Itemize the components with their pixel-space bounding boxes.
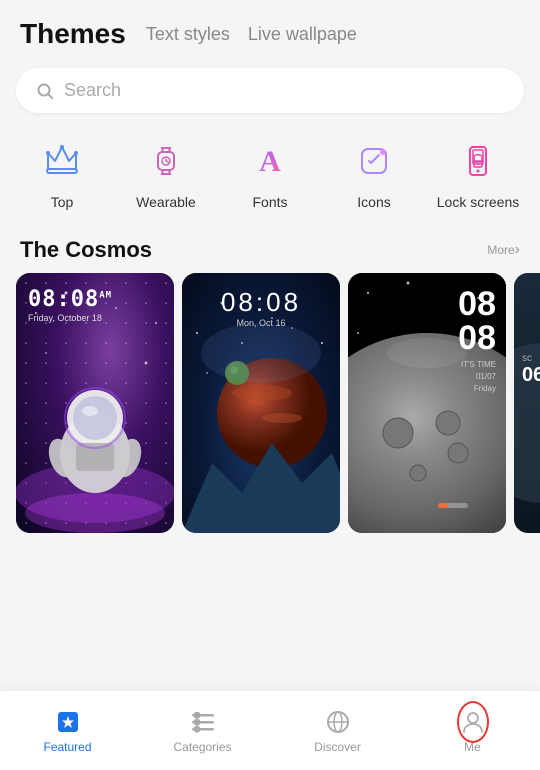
categories-icon bbox=[189, 708, 217, 736]
cosmos-title: The Cosmos bbox=[20, 237, 152, 263]
cosmos-more-button[interactable]: More› bbox=[487, 241, 520, 259]
svg-text:A: A bbox=[259, 145, 281, 178]
category-top-label: Top bbox=[51, 193, 74, 211]
search-input[interactable]: Search bbox=[64, 80, 121, 101]
category-icons[interactable]: Icons bbox=[326, 129, 422, 217]
card2-time: 08:08 bbox=[221, 287, 301, 318]
tab-live-wallpaper[interactable]: Live wallpape bbox=[248, 24, 357, 45]
lockscreen-icon bbox=[452, 135, 504, 187]
card3-time1: 08 bbox=[458, 287, 496, 321]
nav-categories-label: Categories bbox=[173, 740, 231, 754]
card1-time: 08:08AM bbox=[28, 287, 112, 312]
search-icon bbox=[36, 82, 54, 100]
watch-icon bbox=[140, 135, 192, 187]
cosmos-card-2[interactable]: 08:08 Mon, Oct 16 bbox=[182, 273, 340, 533]
nav-featured[interactable]: Featured bbox=[0, 708, 135, 754]
search-bar[interactable]: Search bbox=[16, 68, 524, 113]
card2-image: 08:08 Mon, Oct 16 bbox=[182, 273, 340, 533]
card3-time2: 08 bbox=[458, 321, 496, 355]
discover-icon bbox=[324, 708, 352, 736]
category-wearable-label: Wearable bbox=[136, 193, 196, 211]
card4-num: 06 bbox=[522, 364, 540, 387]
nav-discover-label: Discover bbox=[314, 740, 361, 754]
category-top[interactable]: Top bbox=[14, 129, 110, 217]
card1-image: 08:08AM Friday, October 18 bbox=[16, 273, 174, 533]
nav-featured-label: Featured bbox=[43, 740, 91, 754]
category-lock-screens-label: Lock screens bbox=[437, 193, 519, 211]
crown-icon bbox=[36, 135, 88, 187]
cosmos-cards-row: 08:08AM Friday, October 18 bbox=[0, 273, 540, 533]
category-fonts[interactable]: A Fonts bbox=[222, 129, 318, 217]
card3-sub: IT'S TIME01/07Friday bbox=[458, 359, 496, 395]
featured-icon bbox=[54, 708, 82, 736]
card2-date: Mon, Oct 16 bbox=[221, 318, 301, 328]
cosmos-card-4[interactable]: sc 06 bbox=[514, 273, 540, 533]
category-lock-screens[interactable]: Lock screens bbox=[430, 129, 526, 217]
category-icons-label: Icons bbox=[357, 193, 390, 211]
category-wearable[interactable]: Wearable bbox=[118, 129, 214, 217]
card1-date: Friday, October 18 bbox=[28, 313, 112, 323]
page-title: Themes bbox=[20, 18, 126, 50]
cosmos-section-header: The Cosmos More› bbox=[0, 227, 540, 273]
cosmos-card-3[interactable]: 08 08 IT'S TIME01/07Friday bbox=[348, 273, 506, 533]
card4-image: sc 06 bbox=[514, 273, 540, 533]
search-container: Search bbox=[16, 68, 524, 113]
categories-row: Top Wearable A bbox=[0, 129, 540, 217]
card3-image: 08 08 IT'S TIME01/07Friday bbox=[348, 273, 506, 533]
font-icon: A bbox=[244, 135, 296, 187]
nav-categories[interactable]: Categories bbox=[135, 708, 270, 754]
nav-me-label: Me bbox=[464, 740, 481, 754]
nav-me[interactable]: Me bbox=[405, 708, 540, 754]
bottom-nav: Featured Categories Discover bbox=[0, 690, 540, 770]
cosmos-card-1[interactable]: 08:08AM Friday, October 18 bbox=[16, 273, 174, 533]
me-icon bbox=[459, 708, 487, 736]
category-fonts-label: Fonts bbox=[252, 193, 287, 211]
icons-category-icon bbox=[348, 135, 400, 187]
tab-text-styles[interactable]: Text styles bbox=[146, 24, 230, 45]
card4-sc: sc bbox=[522, 353, 540, 364]
header: Themes Text styles Live wallpape bbox=[0, 0, 540, 60]
nav-discover[interactable]: Discover bbox=[270, 708, 405, 754]
